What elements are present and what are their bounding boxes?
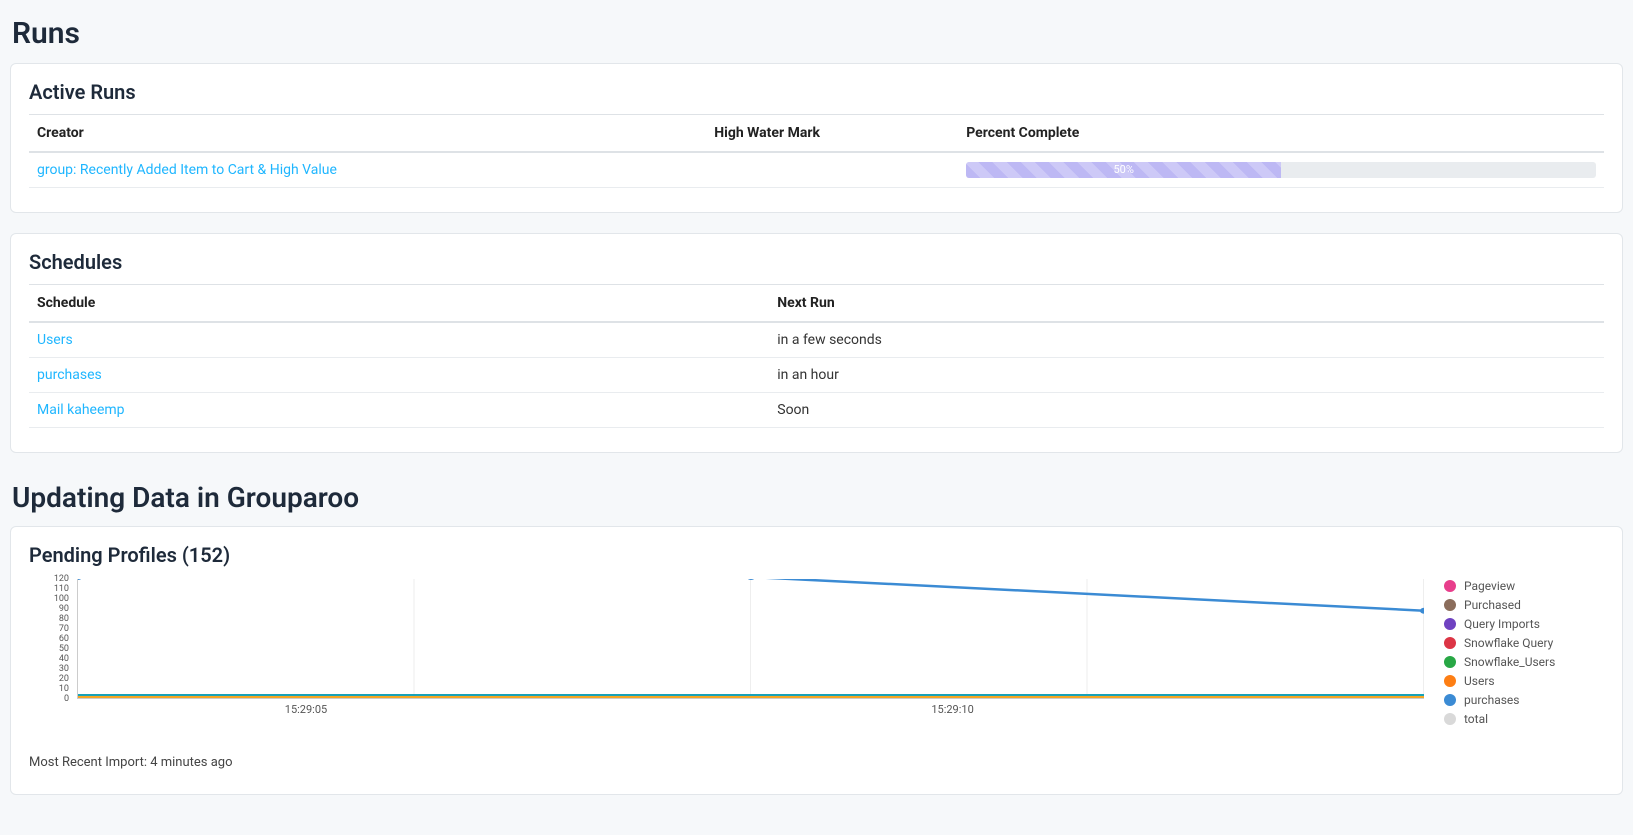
legend-swatch-icon [1444, 675, 1456, 687]
y-tick: 50 [59, 644, 69, 654]
legend-label: Snowflake_Users [1464, 655, 1555, 669]
plot-box [77, 579, 1424, 699]
pending-profiles-card: Pending Profiles (152) 01020304050607080… [10, 526, 1623, 795]
schedule-nextrun: in a few seconds [769, 322, 1604, 358]
legend-swatch-icon [1444, 637, 1456, 649]
schedules-card: Schedules Schedule Next Run Users in a fe… [10, 233, 1623, 453]
y-tick: 80 [59, 614, 69, 624]
table-row: purchases in an hour [29, 358, 1604, 393]
schedule-nextrun: Soon [769, 393, 1604, 428]
run-creator-link[interactable]: group: Recently Added Item to Cart & Hig… [37, 162, 337, 178]
y-tick: 30 [59, 664, 69, 674]
legend-label: Users [1464, 674, 1495, 688]
schedule-link[interactable]: Mail kaheemp [37, 402, 125, 418]
legend-label: total [1464, 712, 1488, 726]
legend-label: Query Imports [1464, 617, 1540, 631]
col-hwm: High Water Mark [706, 115, 958, 153]
col-nextrun: Next Run [769, 285, 1604, 323]
table-row: Mail kaheemp Soon [29, 393, 1604, 428]
chart-legend: Pageview Purchased Query Imports Snowflake … [1444, 579, 1604, 731]
legend-swatch-icon [1444, 599, 1456, 611]
schedules-table: Schedule Next Run Usersin a few secondsp… [29, 284, 1604, 428]
legend-item[interactable]: purchases [1444, 693, 1604, 707]
active-runs-card: Active Runs Creator High Water Mark Perc… [10, 63, 1623, 213]
y-tick: 100 [54, 594, 69, 604]
legend-swatch-icon [1444, 580, 1456, 592]
progress-fill: 50% [966, 162, 1281, 178]
legend-item[interactable]: Query Imports [1444, 617, 1604, 631]
legend-label: purchases [1464, 693, 1519, 707]
x-tick: 15:29:10 [931, 703, 973, 716]
pending-title: Pending Profiles (152) [29, 543, 1604, 567]
legend-label: Pageview [1464, 579, 1515, 593]
baseline-orange [78, 696, 1424, 698]
x-tick: 15:29:05 [285, 703, 327, 716]
y-tick: 0 [64, 694, 69, 704]
y-tick: 10 [59, 684, 69, 694]
legend-swatch-icon [1444, 694, 1456, 706]
updating-heading: Updating Data in Grouparoo [12, 481, 1623, 514]
schedule-link[interactable]: Users [37, 332, 73, 348]
recent-import-note: Most Recent Import: 4 minutes ago [29, 755, 1604, 770]
active-runs-table: Creator High Water Mark Percent Complete… [29, 114, 1604, 188]
schedules-title: Schedules [29, 250, 1604, 274]
schedule-link[interactable]: purchases [37, 367, 102, 383]
schedule-nextrun: in an hour [769, 358, 1604, 393]
legend-label: Purchased [1464, 598, 1521, 612]
chart-plot: 0102030405060708090100110120 15:29:0515:… [29, 579, 1424, 719]
legend-swatch-icon [1444, 618, 1456, 630]
legend-item[interactable]: Users [1444, 674, 1604, 688]
col-schedule: Schedule [29, 285, 769, 323]
series-point [78, 579, 82, 580]
y-tick: 120 [54, 574, 69, 584]
legend-item[interactable]: Pageview [1444, 579, 1604, 593]
run-pct-cell: 50% [958, 152, 1604, 188]
legend-item[interactable]: Purchased [1444, 598, 1604, 612]
col-creator: Creator [29, 115, 706, 153]
legend-label: Snowflake Query [1464, 636, 1553, 650]
col-pct: Percent Complete [958, 115, 1604, 153]
legend-swatch-icon [1444, 656, 1456, 668]
series-point [747, 579, 755, 580]
series-line-purchases [78, 579, 1424, 611]
y-tick: 20 [59, 674, 69, 684]
active-runs-title: Active Runs [29, 80, 1604, 104]
y-tick: 70 [59, 624, 69, 634]
y-tick: 60 [59, 634, 69, 644]
y-tick: 40 [59, 654, 69, 664]
series-point [1420, 608, 1424, 614]
legend-item[interactable]: Snowflake Query [1444, 636, 1604, 650]
legend-item[interactable]: Snowflake_Users [1444, 655, 1604, 669]
legend-item[interactable]: total [1444, 712, 1604, 726]
run-hwm-cell [706, 152, 958, 188]
legend-swatch-icon [1444, 713, 1456, 725]
runs-heading: Runs [12, 16, 1623, 51]
y-tick: 110 [54, 584, 69, 594]
progress-bar: 50% [966, 162, 1596, 178]
table-row: group: Recently Added Item to Cart & Hig… [29, 152, 1604, 188]
y-tick: 90 [59, 604, 69, 614]
table-row: Users in a few seconds [29, 322, 1604, 358]
